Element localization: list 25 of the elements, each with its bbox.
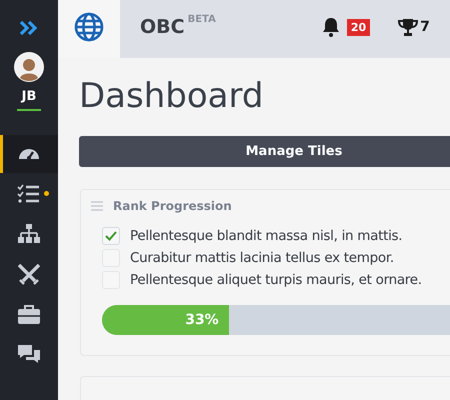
chat-icon [17, 343, 41, 365]
notification-count: 20 [346, 18, 370, 36]
expand-icon[interactable] [19, 20, 39, 36]
checkbox[interactable] [102, 227, 120, 245]
nav-item[interactable] [0, 135, 58, 173]
user-initials: JB [22, 89, 36, 104]
trophy-count: 7 [420, 19, 430, 35]
checklist-icon [17, 183, 41, 205]
beta-tag: BETA [188, 14, 216, 25]
task-label: Pellentesque blandit massa nisl, in mattis. [130, 228, 402, 244]
globe-icon[interactable] [74, 12, 104, 42]
toolbox-icon [17, 303, 41, 325]
card-title: Rank Progression [113, 199, 232, 213]
bell-icon[interactable] [322, 17, 340, 37]
manage-tiles-button[interactable]: Manage Tiles [79, 136, 450, 167]
task-label: Pellentesque aliquet turpis mauris, et ornare. [130, 272, 422, 288]
task-label: Curabitur mattis lacinia tellus ex tempor. [130, 250, 394, 266]
app-name: OBC [140, 16, 185, 38]
drag-handle-icon[interactable] [91, 201, 103, 211]
crossed-swords-icon [17, 263, 41, 285]
progress-reading: 33% [185, 312, 219, 328]
trophy-icon[interactable] [398, 18, 418, 36]
sitemap-icon [17, 223, 41, 245]
page-title: Dashboard [79, 75, 264, 118]
avatar[interactable] [14, 52, 44, 82]
